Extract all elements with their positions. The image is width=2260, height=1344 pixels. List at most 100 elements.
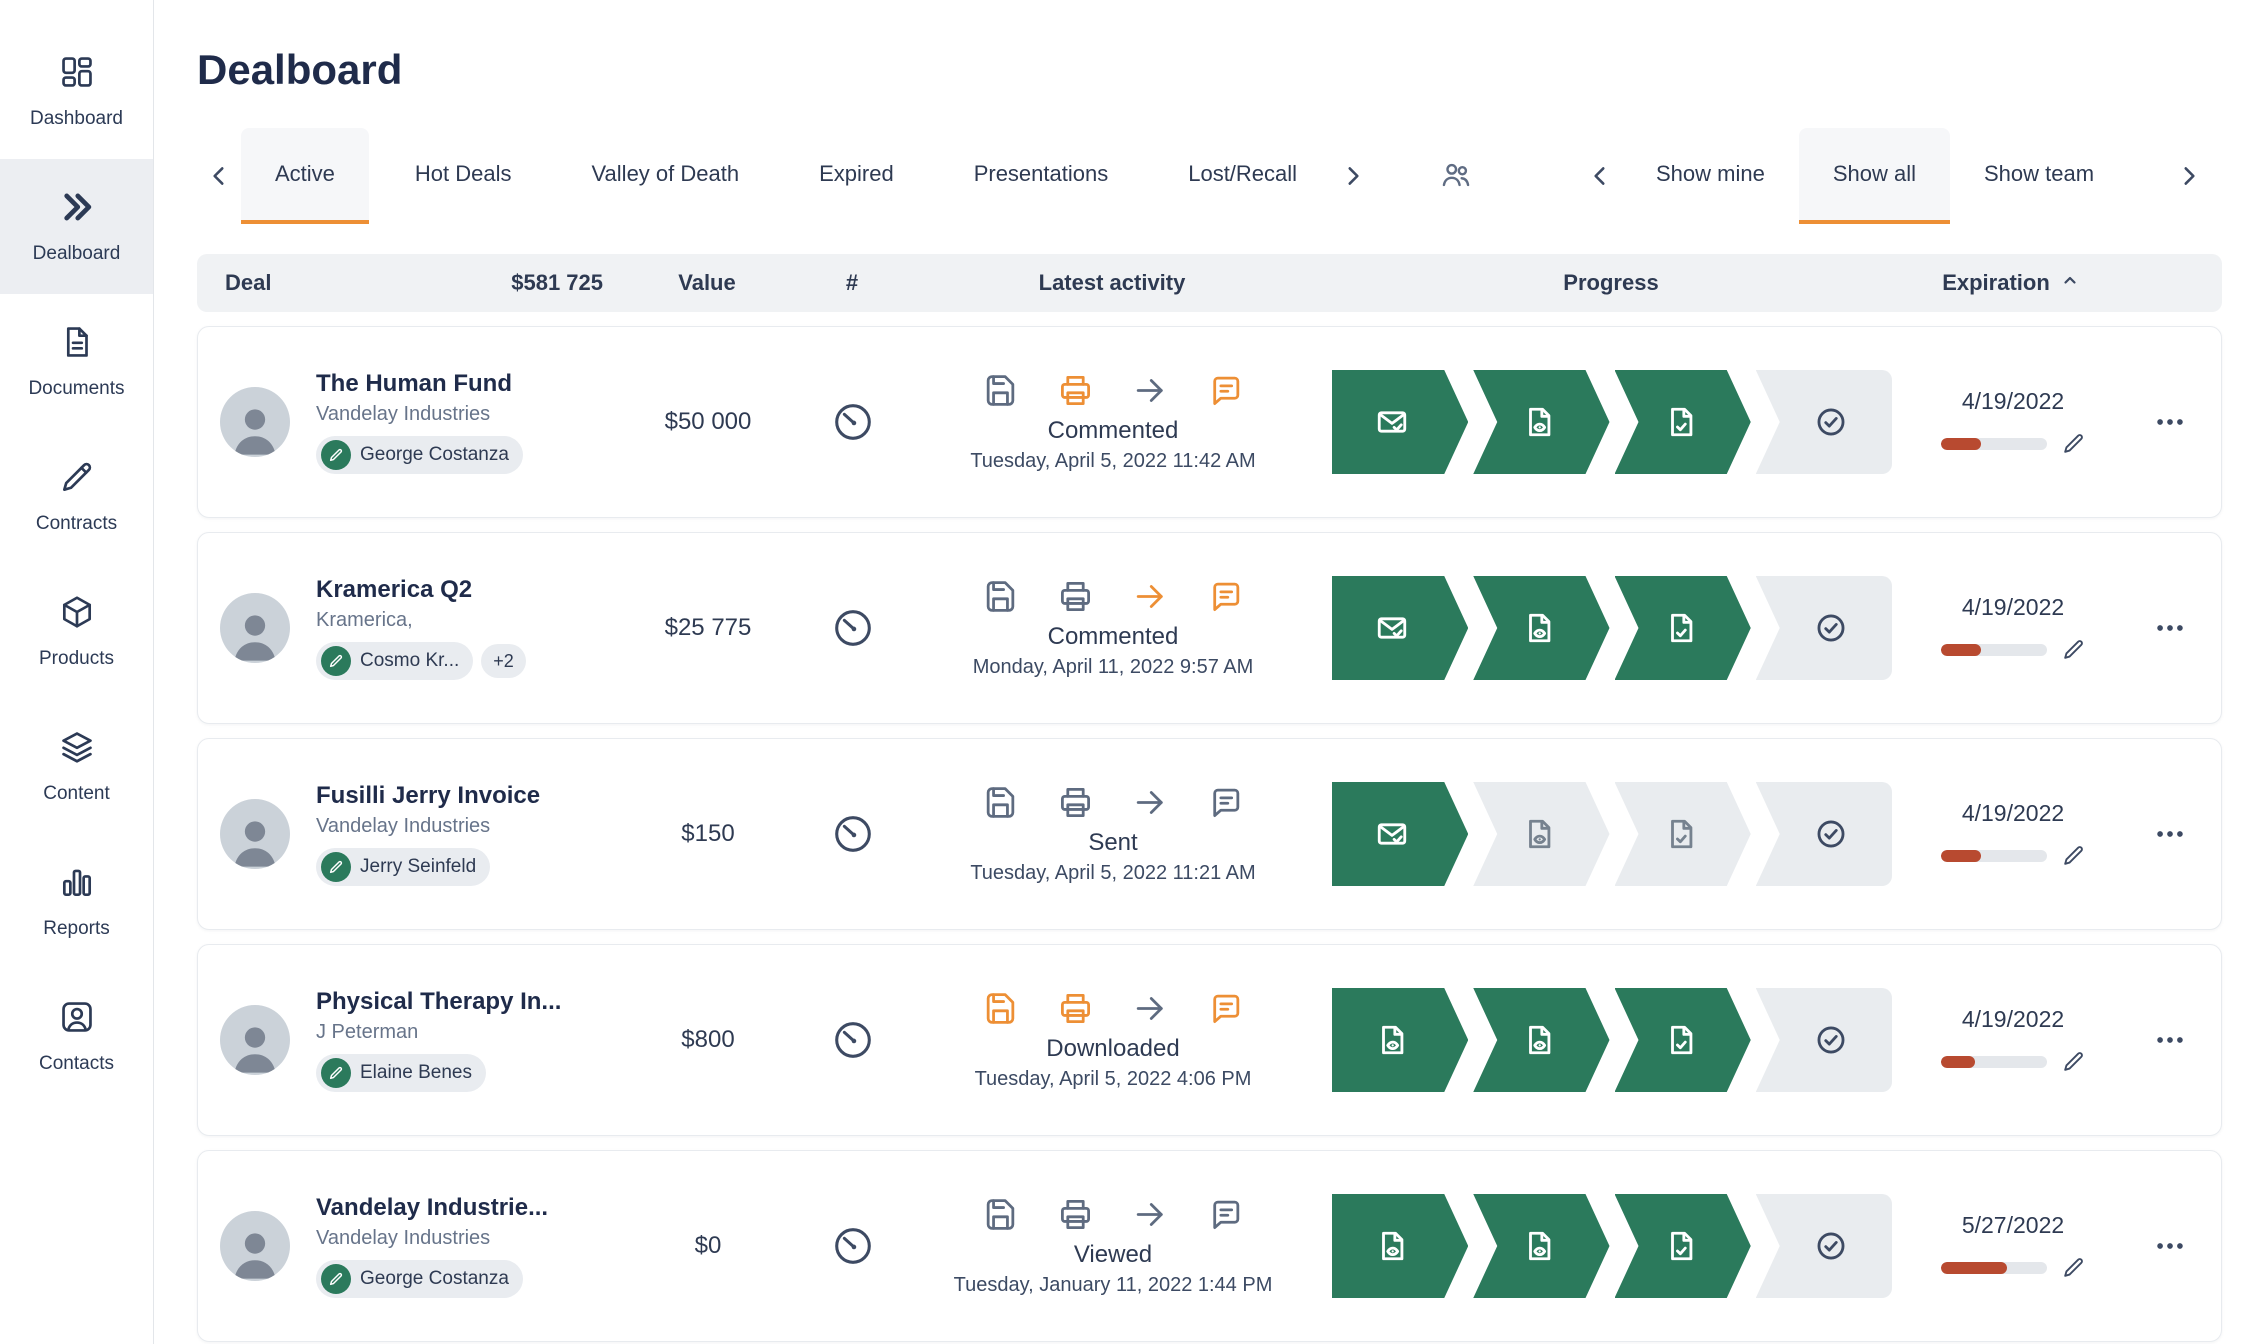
- sidebar-item-label: Reports: [43, 918, 110, 940]
- signature-icon: [321, 1058, 351, 1088]
- save-icon: [982, 372, 1019, 409]
- sort-ascending-icon[interactable]: [2058, 268, 2082, 298]
- gauge-icon[interactable]: [830, 1223, 876, 1269]
- gauge-icon[interactable]: [830, 399, 876, 445]
- edit-expiration-icon[interactable]: [2061, 637, 2086, 662]
- deal-tabs: Active Hot Deals Valley of Death Expired…: [241, 128, 1331, 224]
- more-options-button[interactable]: [2147, 605, 2193, 651]
- column-header-progress[interactable]: Progress: [1563, 270, 1658, 296]
- owner-chip[interactable]: George Costanza: [316, 1260, 523, 1298]
- activity-label: Commented: [1048, 623, 1179, 651]
- comment-icon: [1207, 990, 1244, 1027]
- sidebar-item-contracts[interactable]: Contracts: [0, 429, 153, 564]
- column-header-value[interactable]: Value: [678, 270, 735, 296]
- progress-stage-document-view: [1473, 576, 1609, 680]
- progress-stage-document-sign: [1615, 576, 1751, 680]
- team-filter-button[interactable]: [1439, 158, 1473, 195]
- progress-stage-document-view: [1473, 370, 1609, 474]
- tab-show-mine[interactable]: Show mine: [1622, 128, 1799, 224]
- edit-expiration-icon[interactable]: [2061, 1255, 2086, 1280]
- column-header-deal[interactable]: Deal: [225, 270, 271, 296]
- expiration-progress-bar: [1941, 438, 2047, 450]
- progress-stage-document-sign: [1615, 370, 1751, 474]
- more-options-button[interactable]: [2147, 811, 2193, 857]
- deal-value: $50 000: [665, 408, 752, 436]
- column-header-count[interactable]: #: [846, 270, 858, 296]
- ellipsis-icon: [2153, 611, 2187, 645]
- chevron-right-icon: [2176, 163, 2202, 189]
- view-tabs-scroll-left-button[interactable]: [1578, 163, 1622, 189]
- deal-name: Kramerica Q2: [316, 576, 526, 604]
- column-header-latest-activity[interactable]: Latest activity: [1039, 270, 1186, 296]
- gauge-icon[interactable]: [830, 811, 876, 857]
- more-options-button[interactable]: [2147, 1223, 2193, 1269]
- sidebar-item-contacts[interactable]: Contacts: [0, 969, 153, 1104]
- expiration-progress-bar: [1941, 850, 2047, 862]
- edit-expiration-icon[interactable]: [2061, 843, 2086, 868]
- view-tabs: Show mine Show all Show team: [1578, 128, 2222, 224]
- deal-row[interactable]: Physical Therapy In... J Peterman Elaine…: [197, 944, 2222, 1136]
- tab-hot-deals[interactable]: Hot Deals: [381, 128, 546, 224]
- page-title: Dealboard: [197, 46, 2222, 94]
- deal-value: $150: [681, 820, 734, 848]
- dealboard-icon: [58, 188, 96, 231]
- ellipsis-icon: [2153, 817, 2187, 851]
- more-options-button[interactable]: [2147, 1017, 2193, 1063]
- activity-icons: [982, 990, 1244, 1027]
- progress-stage-envelope-check: [1332, 782, 1468, 886]
- tab-lost-recall[interactable]: Lost/Recall: [1154, 128, 1331, 224]
- avatar[interactable]: [220, 799, 290, 869]
- sidebar-item-reports[interactable]: Reports: [0, 834, 153, 969]
- tab-active[interactable]: Active: [241, 128, 369, 224]
- tab-valley-of-death[interactable]: Valley of Death: [558, 128, 774, 224]
- deal-row[interactable]: Kramerica Q2 Kramerica, Cosmo Kr... +2 $…: [197, 532, 2222, 724]
- gauge-icon[interactable]: [830, 605, 876, 651]
- tab-presentations[interactable]: Presentations: [940, 128, 1143, 224]
- more-options-button[interactable]: [2147, 399, 2193, 445]
- owner-name: Elaine Benes: [360, 1062, 472, 1084]
- deal-value: $800: [681, 1026, 734, 1054]
- owner-chip[interactable]: George Costanza: [316, 436, 523, 474]
- owner-chip[interactable]: Jerry Seinfeld: [316, 848, 490, 886]
- avatar[interactable]: [220, 593, 290, 663]
- deal-progress: [1332, 1194, 1892, 1298]
- owner-chip[interactable]: Cosmo Kr...: [316, 642, 473, 680]
- sidebar-item-label: Documents: [28, 378, 124, 400]
- deal-row[interactable]: Vandelay Industrie... Vandelay Industrie…: [197, 1150, 2222, 1342]
- progress-stage-circle-check: [1756, 782, 1892, 886]
- sidebar-item-content[interactable]: Content: [0, 699, 153, 834]
- edit-expiration-icon[interactable]: [2061, 431, 2086, 456]
- owner-chip[interactable]: Elaine Benes: [316, 1054, 486, 1092]
- activity-icons: [982, 784, 1244, 821]
- person-icon: [226, 1223, 284, 1281]
- sidebar-item-documents[interactable]: Documents: [0, 294, 153, 429]
- avatar[interactable]: [220, 1211, 290, 1281]
- contacts-icon: [58, 998, 96, 1041]
- deal-list: The Human Fund Vandelay Industries Georg…: [197, 326, 2222, 1342]
- gauge-icon[interactable]: [830, 1017, 876, 1063]
- sidebar-item-dashboard[interactable]: Dashboard: [0, 24, 153, 159]
- extra-count-chip[interactable]: +2: [481, 644, 526, 678]
- deal-tabs-scroll-right-button[interactable]: [1331, 128, 1375, 224]
- avatar[interactable]: [220, 387, 290, 457]
- column-header-expiration[interactable]: Expiration: [1942, 270, 2050, 296]
- arrow-right-icon: [1132, 578, 1169, 615]
- deal-row[interactable]: The Human Fund Vandelay Industries Georg…: [197, 326, 2222, 518]
- sidebar-item-dealboard[interactable]: Dealboard: [0, 159, 153, 294]
- deal-row[interactable]: Fusilli Jerry Invoice Vandelay Industrie…: [197, 738, 2222, 930]
- sidebar-item-products[interactable]: Products: [0, 564, 153, 699]
- progress-stage-document-view: [1332, 988, 1468, 1092]
- tab-show-team[interactable]: Show team: [1950, 128, 2128, 224]
- tab-show-all[interactable]: Show all: [1799, 128, 1950, 224]
- reports-icon: [58, 863, 96, 906]
- expiration-date: 5/27/2022: [1962, 1212, 2064, 1239]
- person-icon: [226, 1017, 284, 1075]
- deal-value: $25 775: [665, 614, 752, 642]
- deal-tabs-scroll-left-button[interactable]: [197, 128, 241, 224]
- edit-expiration-icon[interactable]: [2061, 1049, 2086, 1074]
- printer-icon: [1057, 578, 1094, 615]
- avatar[interactable]: [220, 1005, 290, 1075]
- view-tabs-scroll-right-button[interactable]: [2156, 128, 2222, 224]
- tab-expired[interactable]: Expired: [785, 128, 928, 224]
- sidebar-item-label: Contacts: [39, 1053, 114, 1075]
